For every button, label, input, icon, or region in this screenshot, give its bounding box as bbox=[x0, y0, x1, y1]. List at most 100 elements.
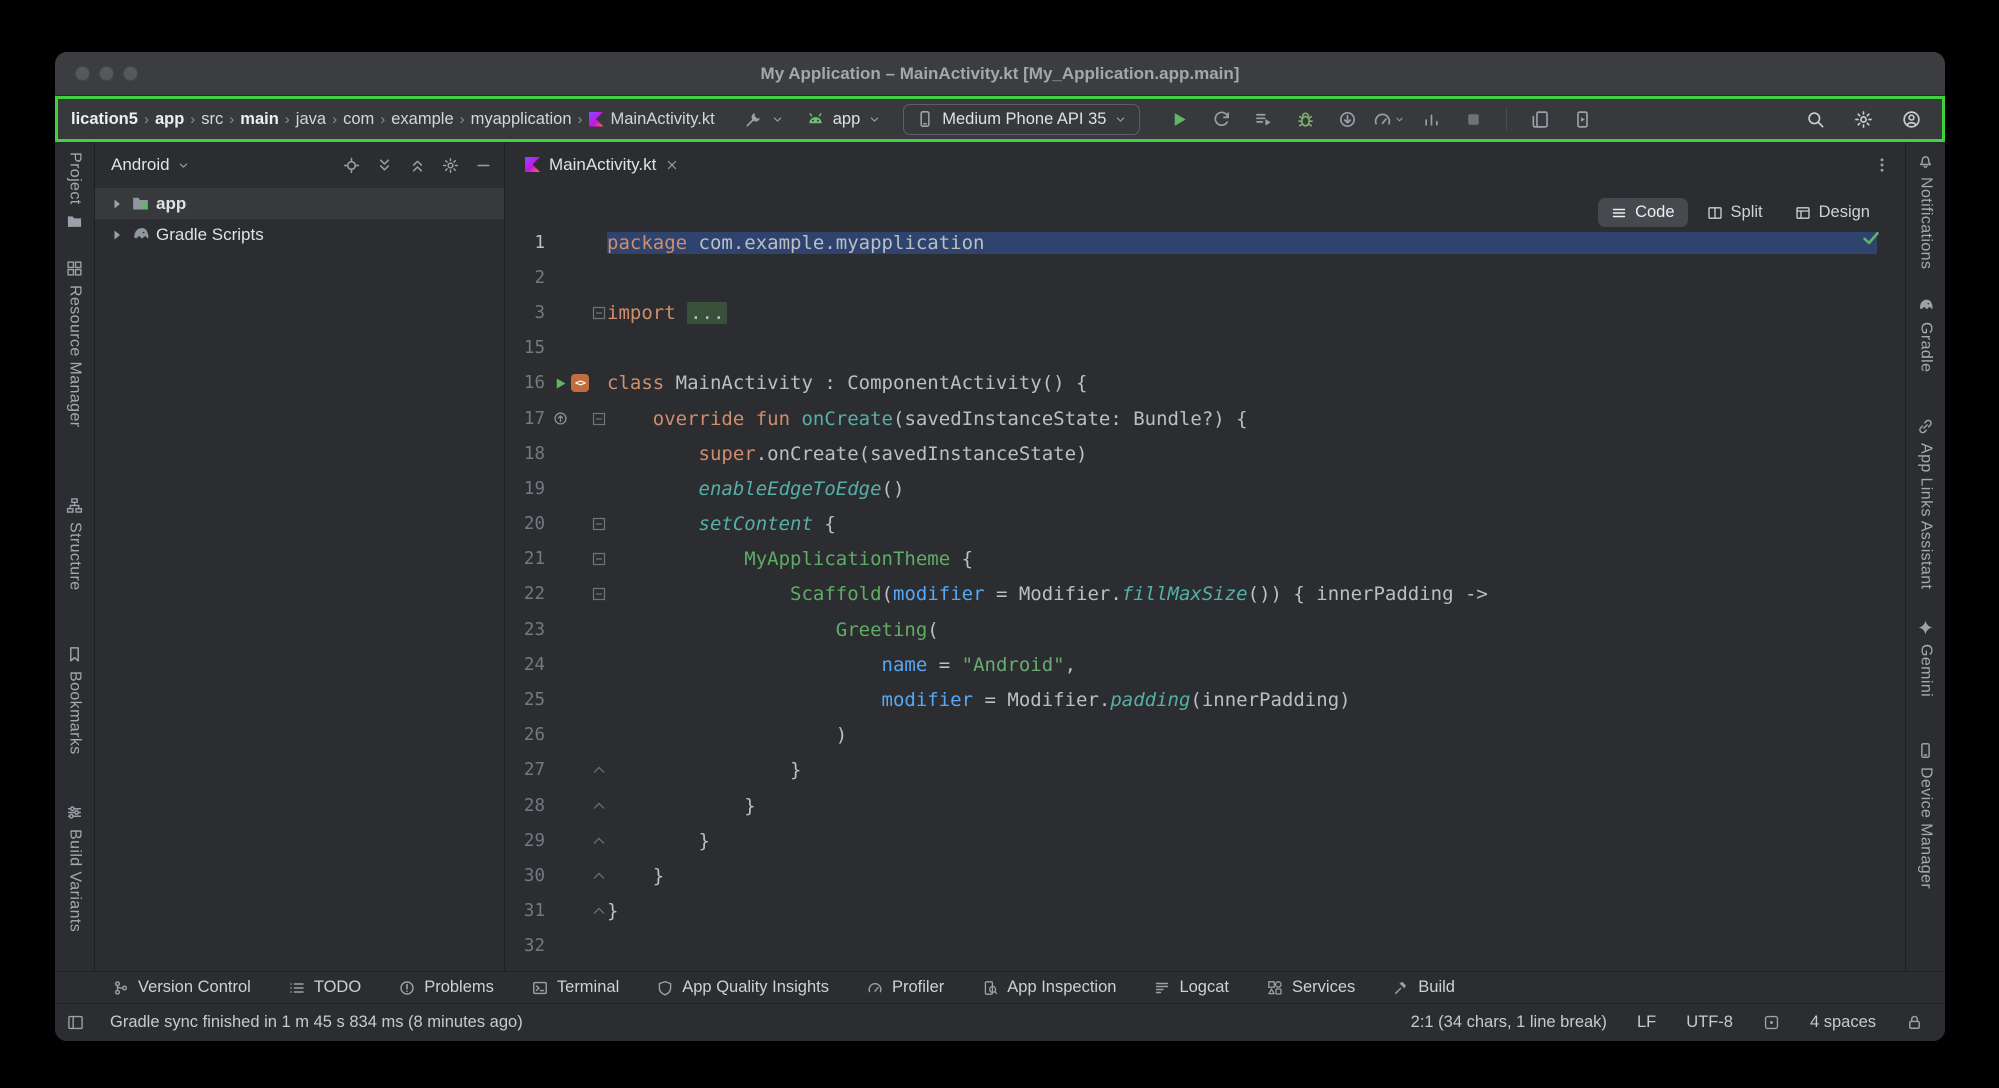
run-gutter-icon[interactable] bbox=[553, 376, 568, 391]
debug-icon[interactable] bbox=[1288, 104, 1322, 134]
line-number[interactable]: 22 bbox=[505, 584, 545, 604]
tool-stripe-project[interactable]: Project bbox=[66, 152, 84, 230]
run-icon[interactable] bbox=[1162, 104, 1196, 134]
apply-changes-icon[interactable] bbox=[1204, 104, 1238, 134]
tool-stripe-resource-manager[interactable]: Resource Manager bbox=[66, 260, 84, 427]
fold-end-icon[interactable] bbox=[591, 833, 607, 849]
lock-icon[interactable] bbox=[1906, 1014, 1923, 1031]
code-line-26[interactable]: 26 ) bbox=[505, 718, 1905, 753]
code-text[interactable]: } bbox=[607, 759, 1877, 781]
code-text[interactable]: } bbox=[607, 830, 1877, 852]
breadcrumb-item-main[interactable]: main bbox=[237, 108, 282, 131]
project-view-mode-dropdown[interactable]: Android bbox=[111, 155, 190, 175]
tool-stripe-notifications[interactable]: Notifications bbox=[1917, 152, 1935, 269]
code-text[interactable]: class MainActivity : ComponentActivity()… bbox=[607, 372, 1877, 394]
code-text[interactable]: super.onCreate(savedInstanceState) bbox=[607, 443, 1877, 465]
tool-window-button-terminal[interactable]: Terminal bbox=[532, 978, 619, 997]
tool-stripe-gradle[interactable]: Gradle bbox=[1917, 297, 1935, 372]
tool-stripe-structure[interactable]: Structure bbox=[66, 497, 84, 591]
code-text[interactable]: package com.example.myapplication bbox=[607, 232, 1877, 254]
close-window-button[interactable] bbox=[75, 66, 90, 81]
tool-window-button-version-control[interactable]: Version Control bbox=[113, 978, 251, 997]
settings-icon[interactable] bbox=[442, 157, 459, 174]
compose-preview-icon[interactable]: <> bbox=[571, 374, 589, 392]
code-text[interactable]: import ... bbox=[607, 302, 1877, 324]
tool-window-button-logcat[interactable]: Logcat bbox=[1154, 978, 1229, 997]
line-number[interactable]: 3 bbox=[505, 303, 545, 323]
code-line-21[interactable]: 21 MyApplicationTheme { bbox=[505, 542, 1905, 577]
override-gutter-icon[interactable] bbox=[553, 411, 568, 426]
code-line-32[interactable]: 32 bbox=[505, 929, 1905, 964]
line-ending-widget[interactable]: LF bbox=[1637, 1013, 1656, 1032]
line-number[interactable]: 23 bbox=[505, 620, 545, 640]
breadcrumb-item-myapplication[interactable]: myapplication bbox=[468, 108, 575, 131]
line-number[interactable]: 31 bbox=[505, 901, 545, 921]
fold-end-icon[interactable] bbox=[591, 762, 607, 778]
tool-window-button-todo[interactable]: TODO bbox=[289, 978, 361, 997]
line-number[interactable]: 20 bbox=[505, 514, 545, 534]
build-tools-dropdown[interactable] bbox=[744, 110, 784, 129]
device-selector-dropdown[interactable]: Medium Phone API 35 bbox=[903, 104, 1140, 135]
encoding-widget[interactable]: UTF-8 bbox=[1686, 1013, 1733, 1032]
tool-stripe-app-links-assistant[interactable]: App Links Assistant bbox=[1917, 418, 1935, 589]
tool-window-button-profiler[interactable]: Profiler bbox=[867, 978, 944, 997]
inspections-status-icon[interactable] bbox=[1861, 228, 1881, 248]
caret-position-widget[interactable]: 2:1 (34 chars, 1 line break) bbox=[1411, 1013, 1607, 1032]
attach-debugger-icon[interactable] bbox=[1330, 104, 1364, 134]
account-icon[interactable] bbox=[1894, 104, 1928, 134]
code-text[interactable]: name = "Android", bbox=[607, 654, 1877, 676]
code-line-3[interactable]: 3 import ... bbox=[505, 295, 1905, 330]
line-number[interactable]: 25 bbox=[505, 690, 545, 710]
code-text[interactable]: } bbox=[607, 900, 1877, 922]
fold-minus-icon[interactable] bbox=[591, 411, 607, 427]
locate-icon[interactable] bbox=[343, 157, 360, 174]
view-mode-split[interactable]: Split bbox=[1694, 198, 1776, 227]
line-number[interactable]: 27 bbox=[505, 760, 545, 780]
code-line-19[interactable]: 19 enableEdgeToEdge() bbox=[505, 471, 1905, 506]
tool-window-button-services[interactable]: Services bbox=[1267, 978, 1355, 997]
code-line-30[interactable]: 30 } bbox=[505, 858, 1905, 893]
project-tree-item-gradle-scripts[interactable]: Gradle Scripts bbox=[95, 219, 504, 250]
tool-windows-icon[interactable] bbox=[67, 1014, 84, 1031]
editor-tab-mainactivity[interactable]: MainActivity.kt bbox=[513, 142, 691, 187]
fold-minus-icon[interactable] bbox=[591, 305, 607, 321]
line-number[interactable]: 24 bbox=[505, 655, 545, 675]
code-text[interactable]: ) bbox=[607, 724, 1877, 746]
view-mode-code[interactable]: Code bbox=[1598, 198, 1687, 227]
code-line-31[interactable]: 31} bbox=[505, 894, 1905, 929]
tool-window-button-problems[interactable]: Problems bbox=[399, 978, 494, 997]
code-text[interactable]: enableEdgeToEdge() bbox=[607, 478, 1877, 500]
profiler-icon[interactable] bbox=[1372, 104, 1406, 134]
expand-all-icon[interactable] bbox=[376, 157, 393, 174]
code-text[interactable]: Scaffold(modifier = Modifier.fillMaxSize… bbox=[607, 583, 1877, 605]
tool-stripe-bookmarks[interactable]: Bookmarks bbox=[66, 646, 84, 755]
code-line-16[interactable]: 16 <> class MainActivity : ComponentActivi… bbox=[505, 366, 1905, 401]
fold-minus-icon[interactable] bbox=[591, 516, 607, 532]
tool-stripe-build-variants[interactable]: Build Variants bbox=[66, 804, 84, 932]
titlebar[interactable]: My Application – MainActivity.kt [My_App… bbox=[55, 52, 1945, 96]
code-text[interactable]: MyApplicationTheme { bbox=[607, 548, 1877, 570]
line-number[interactable]: 16 bbox=[505, 373, 545, 393]
code-text[interactable]: } bbox=[607, 865, 1877, 887]
code-line-23[interactable]: 23 Greeting( bbox=[505, 612, 1905, 647]
run-configuration-dropdown[interactable]: app bbox=[806, 110, 882, 129]
collapse-all-icon[interactable] bbox=[409, 157, 426, 174]
tool-window-button-build[interactable]: Build bbox=[1393, 978, 1455, 997]
breadcrumb-item-com[interactable]: com bbox=[340, 108, 377, 131]
code-line-28[interactable]: 28 } bbox=[505, 788, 1905, 823]
line-number[interactable]: 28 bbox=[505, 796, 545, 816]
minimize-window-button[interactable] bbox=[99, 66, 114, 81]
status-widget-icon[interactable] bbox=[1763, 1014, 1780, 1031]
fold-minus-icon[interactable] bbox=[591, 551, 607, 567]
stop-icon[interactable] bbox=[1456, 104, 1490, 134]
line-number[interactable]: 19 bbox=[505, 479, 545, 499]
view-mode-design[interactable]: Design bbox=[1782, 198, 1883, 227]
zoom-window-button[interactable] bbox=[123, 66, 138, 81]
line-number[interactable]: 15 bbox=[505, 338, 545, 358]
breadcrumb-item-src[interactable]: src bbox=[198, 108, 226, 131]
indent-widget[interactable]: 4 spaces bbox=[1810, 1013, 1876, 1032]
breadcrumb-item-java[interactable]: java bbox=[293, 108, 329, 131]
code-text[interactable]: Greeting( bbox=[607, 619, 1877, 641]
code-editor[interactable]: 1package com.example.myapplication23impo… bbox=[505, 188, 1905, 971]
device-mirroring-icon[interactable] bbox=[1523, 104, 1557, 134]
